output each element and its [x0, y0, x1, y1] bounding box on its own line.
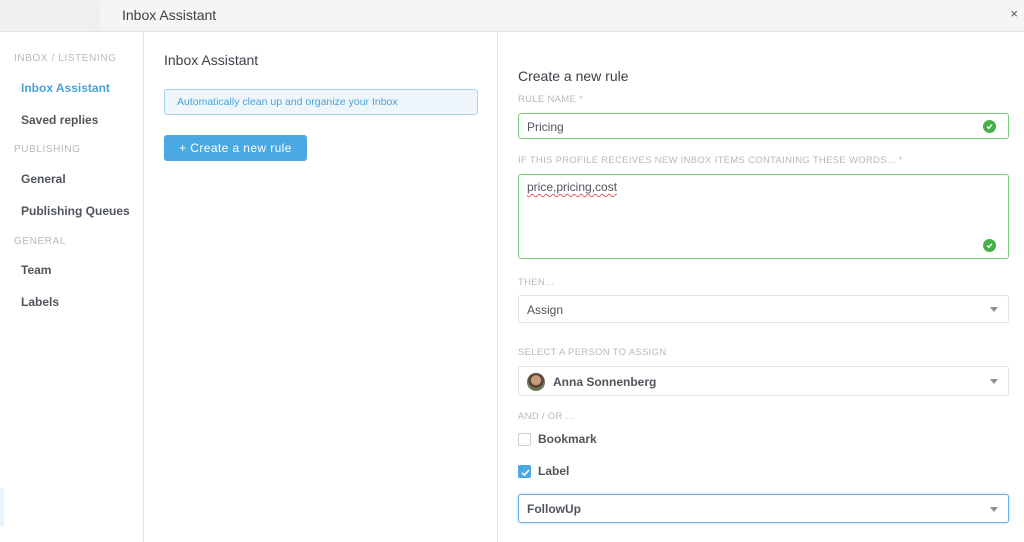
rule-name-label: RULE NAME * [518, 94, 584, 105]
sidebar: INBOX / LISTENING Inbox Assistant Saved … [0, 32, 144, 542]
sidebar-item-general[interactable]: General [21, 172, 66, 186]
rule-name-input[interactable]: Pricing [518, 113, 1009, 139]
sidebar-edge-tab[interactable] [0, 488, 4, 526]
sidebar-item-publishing-queues[interactable]: Publishing Queues [21, 204, 130, 218]
label-checkbox-label: Label [538, 464, 570, 478]
assignee-label: SELECT A PERSON TO ASSIGN [518, 347, 667, 358]
chevron-down-icon [990, 307, 998, 312]
assignee-select[interactable]: Anna Sonnenberg [518, 366, 1009, 396]
create-rule-button[interactable]: + Create a new rule [164, 135, 307, 161]
sidebar-item-team[interactable]: Team [21, 263, 51, 277]
action-select[interactable]: Assign [518, 295, 1009, 323]
top-bar: Inbox Assistant × [0, 0, 1024, 32]
sidebar-section-publishing: PUBLISHING [14, 144, 81, 155]
checkmark-icon [521, 469, 530, 477]
and-or-label: AND / OR ... [518, 411, 575, 422]
keywords-label: IF THIS PROFILE RECEIVES NEW INBOX ITEMS… [518, 155, 903, 166]
keywords-value: price,pricing,cost [527, 180, 618, 194]
label-select[interactable]: FollowUp [518, 494, 1009, 523]
valid-check-icon [983, 239, 996, 252]
info-banner: Automatically clean up and organize your… [164, 89, 478, 115]
breadcrumb-back[interactable] [0, 0, 100, 31]
sidebar-section-inbox-listening: INBOX / LISTENING [14, 53, 117, 64]
chevron-down-icon [990, 506, 998, 512]
assignee-select-value: Anna Sonnenberg [553, 375, 657, 389]
then-label: THEN... [518, 277, 554, 288]
sidebar-item-saved-replies[interactable]: Saved replies [21, 113, 98, 127]
avatar [527, 373, 545, 391]
keywords-textarea[interactable]: price,pricing,cost [518, 174, 1009, 259]
action-select-value: Assign [527, 303, 564, 317]
window-title: Inbox Assistant [122, 7, 217, 23]
bookmark-checkbox-label: Bookmark [538, 432, 597, 446]
sidebar-item-labels[interactable]: Labels [21, 295, 59, 309]
form-title: Create a new rule [518, 68, 629, 84]
chevron-down-icon [990, 379, 998, 384]
sidebar-section-general: GENERAL [14, 236, 66, 247]
label-checkbox[interactable] [518, 465, 531, 478]
panel-title: Inbox Assistant [164, 52, 259, 68]
breadcrumb-separator-fill [87, 0, 99, 32]
bookmark-checkbox[interactable] [518, 433, 531, 446]
close-icon[interactable]: × [1010, 6, 1018, 22]
label-select-value: FollowUp [527, 502, 581, 516]
valid-check-icon [983, 120, 996, 133]
rule-name-value: Pricing [527, 120, 564, 134]
rules-panel: Inbox Assistant Automatically clean up a… [144, 32, 498, 542]
sidebar-item-inbox-assistant[interactable]: Inbox Assistant [21, 81, 110, 95]
create-rule-form: Create a new rule RULE NAME * Pricing IF… [498, 32, 1024, 542]
